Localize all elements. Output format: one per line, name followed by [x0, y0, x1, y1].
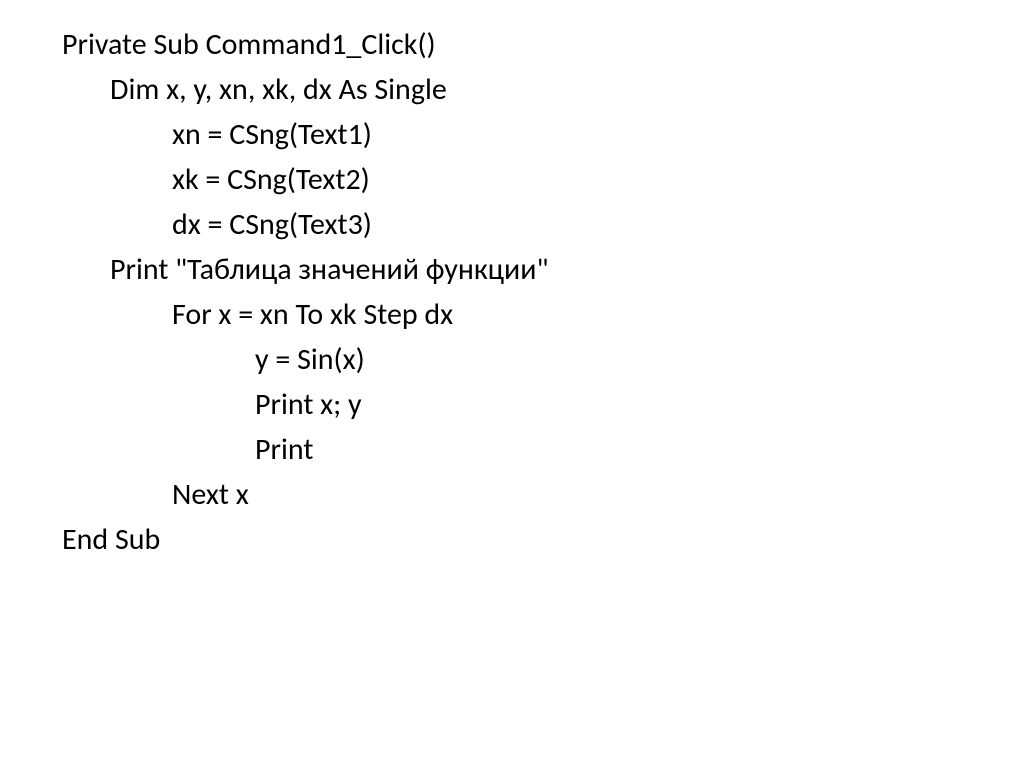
code-line: xk = CSng(Text2) [0, 157, 1024, 202]
code-line: Print [0, 427, 1024, 472]
code-line: dx = CSng(Text3) [0, 202, 1024, 247]
code-block: Private Sub Command1_Click() Dim x, y, x… [0, 0, 1024, 562]
code-line: Dim x, y, xn, xk, dx As Single [0, 67, 1024, 112]
code-line: Private Sub Command1_Click() [0, 22, 1024, 67]
code-line: Print x; y [0, 382, 1024, 427]
code-line: Next x [0, 472, 1024, 517]
code-line: For x = xn To xk Step dx [0, 292, 1024, 337]
code-line: xn = CSng(Text1) [0, 112, 1024, 157]
code-line: y = Sin(x) [0, 337, 1024, 382]
code-line: Print "Таблица значений функции" [0, 247, 1024, 292]
code-line: End Sub [0, 517, 1024, 562]
